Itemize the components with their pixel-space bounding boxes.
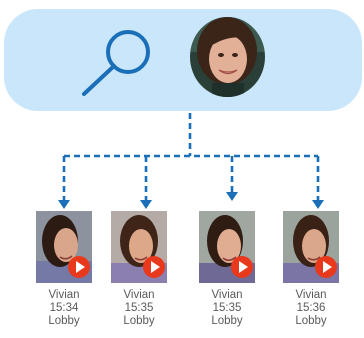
result-thumbnail[interactable] — [36, 211, 92, 283]
result-time: 15:36 — [296, 302, 326, 314]
play-button[interactable] — [315, 256, 337, 278]
search-icon[interactable] — [78, 26, 154, 98]
result-caption: Vivian 15:35 Lobby — [199, 289, 255, 328]
result-thumbnail[interactable] — [283, 211, 339, 283]
result-time: 15:34 — [49, 302, 79, 314]
result-location: Lobby — [123, 315, 155, 327]
result-card[interactable]: Vivian 15:35 Lobby — [111, 211, 167, 328]
result-name: Vivian — [48, 289, 80, 301]
result-caption: Vivian 15:35 Lobby — [111, 289, 167, 328]
result-caption: Vivian 15:36 Lobby — [283, 289, 339, 328]
arrowhead — [312, 200, 324, 209]
result-name: Vivian — [123, 289, 155, 301]
play-button[interactable] — [68, 256, 90, 278]
play-button[interactable] — [231, 256, 253, 278]
result-name: Vivian — [295, 289, 327, 301]
result-caption: Vivian 15:34 Lobby — [36, 289, 92, 328]
result-card[interactable]: Vivian 15:34 Lobby — [36, 211, 92, 328]
result-time: 15:35 — [124, 302, 154, 314]
result-card[interactable]: Vivian 15:36 Lobby — [283, 211, 339, 328]
play-button[interactable] — [143, 256, 165, 278]
result-location: Lobby — [211, 315, 243, 327]
result-card[interactable]: Vivian 15:35 Lobby — [199, 211, 255, 328]
arrowhead — [140, 200, 152, 209]
query-face-avatar — [190, 17, 265, 97]
result-location: Lobby — [48, 315, 80, 327]
search-panel — [4, 9, 362, 111]
result-thumbnail[interactable] — [111, 211, 167, 283]
result-thumbnail[interactable] — [199, 211, 255, 283]
arrowhead — [226, 192, 238, 201]
arrowhead — [58, 200, 70, 209]
result-name: Vivian — [211, 289, 243, 301]
result-location: Lobby — [295, 315, 327, 327]
result-time: 15:35 — [212, 302, 242, 314]
